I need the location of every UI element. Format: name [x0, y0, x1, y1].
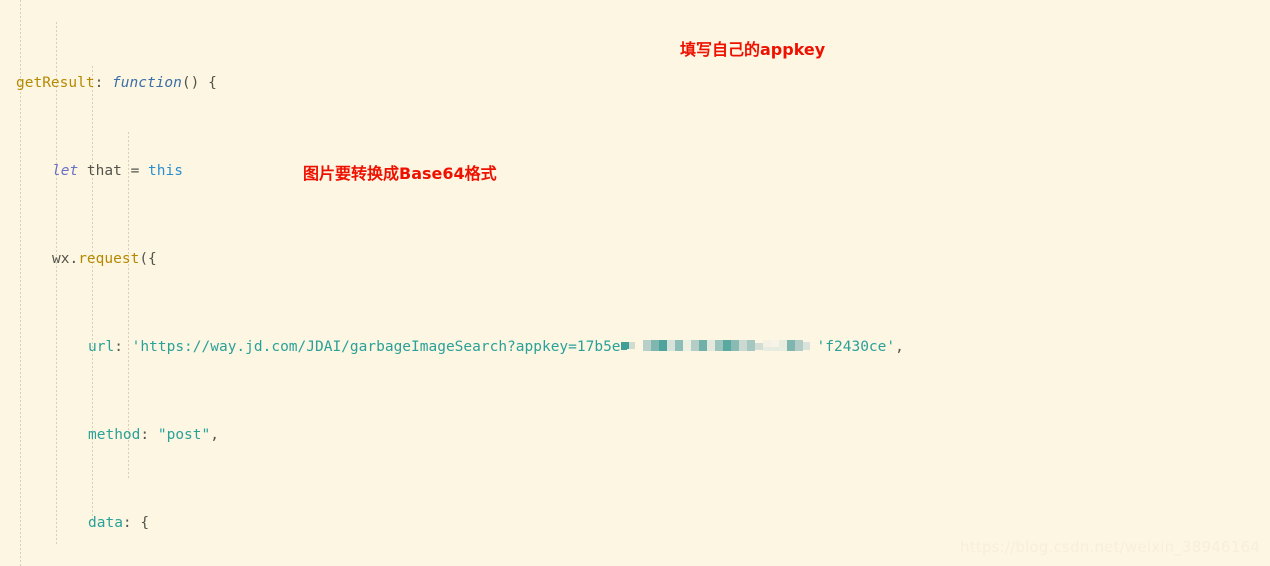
code-line-2: let that = this — [0, 160, 1147, 182]
token-punct: ({ — [139, 251, 157, 267]
token-punct: : { — [122, 515, 150, 531]
token-identifier: that = — [78, 163, 149, 179]
annotation-appkey: 填写自己的appkey — [680, 40, 826, 59]
token-key-url: url — [88, 339, 115, 355]
token-keyword-let: let — [52, 163, 79, 179]
token-punct: : — [114, 339, 132, 355]
code-line-1: getResult: function() { — [0, 72, 1147, 94]
token-punct: : — [94, 75, 113, 91]
token-punct: , — [210, 427, 219, 443]
code-line-6-data: data: { — [0, 512, 1147, 534]
code-screenshot: getResult: function() { let that = this … — [0, 0, 1270, 566]
token-key-method: method — [88, 427, 141, 443]
token-object: wx. — [52, 251, 79, 267]
token-function-name: getResult — [16, 75, 95, 91]
token-string-url-start: 'https://way.jd.com/JDAI/garbageImageSea… — [131, 339, 621, 355]
token-key-data: data — [88, 515, 123, 531]
token-punct: () { — [181, 75, 217, 91]
token-punct: : — [140, 427, 158, 443]
token-string-post: "post" — [157, 427, 211, 443]
code-line-5-method: method: "post", — [0, 424, 1147, 446]
code-block[interactable]: getResult: function() { let that = this … — [0, 0, 1147, 566]
blurred-appkey-redaction — [620, 338, 817, 353]
token-method-request: request — [78, 251, 140, 267]
code-line-3: wx.request({ — [0, 248, 1147, 270]
token-string-url-end: 'f2430ce' — [816, 339, 896, 355]
token-keyword-this: this — [148, 163, 183, 179]
token-keyword-function: function — [112, 75, 182, 91]
annotation-base64: 图片要转换成Base64格式 — [303, 164, 497, 183]
token-punct: , — [895, 339, 904, 355]
code-line-4-url: url: 'https://way.jd.com/JDAI/garbageIma… — [0, 336, 1147, 358]
csdn-watermark: https://blog.csdn.net/weixin_38946164 — [960, 538, 1260, 556]
